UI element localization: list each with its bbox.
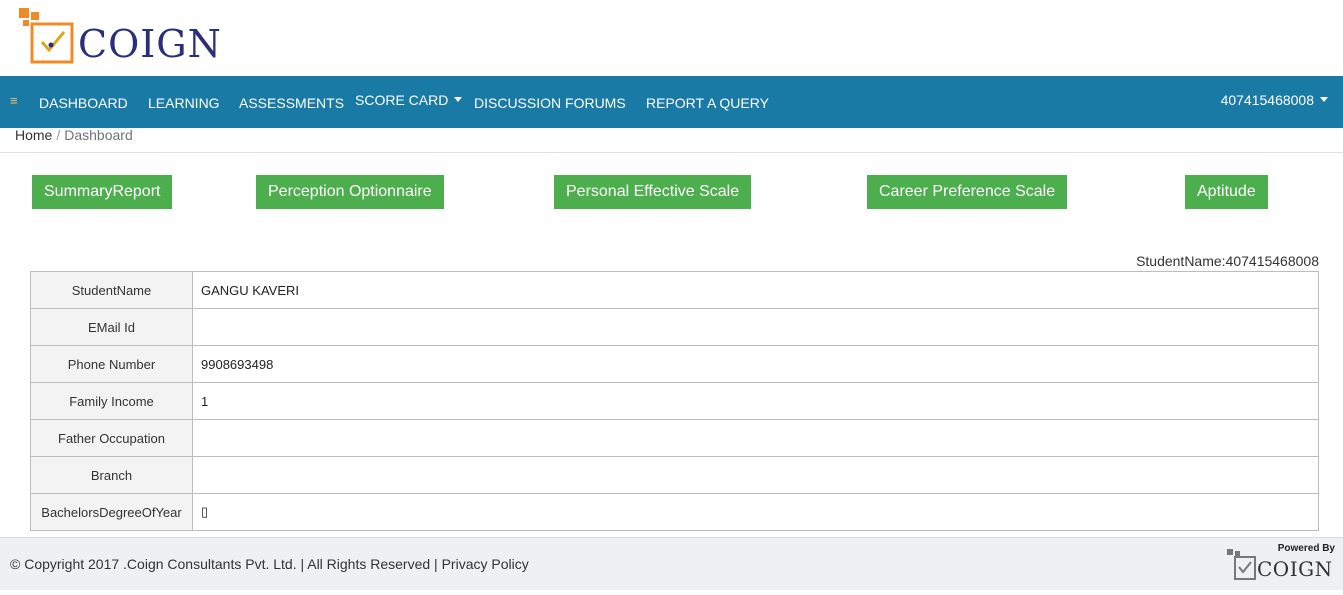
menu-toggle-icon[interactable]: ≡ [10,94,18,108]
row-value: GANGU KAVERI [192,271,1319,309]
row-label: Family Income [30,382,193,420]
table-row: Phone Number 9908693498 [30,345,1319,383]
table-row: BachelorsDegreeOfYear ▯ [30,493,1319,531]
table-row: Family Income 1 [30,382,1319,420]
summary-report-button[interactable]: SummaryReport [32,175,173,209]
table-row: StudentName GANGU KAVERI [30,271,1319,309]
perception-optionnaire-button[interactable]: Perception Optionnaire [256,175,444,209]
row-value [192,308,1319,346]
table-row: EMail Id [30,308,1319,346]
row-label: EMail Id [30,308,193,346]
nav-discussion-forums[interactable]: DISCUSSION FORUMS [474,95,626,111]
coign-logo[interactable]: COIGN [18,6,221,70]
breadcrumb-bar: Home / Dashboard [0,128,1343,153]
logo-text: COIGN [78,22,222,66]
row-label: Father Occupation [30,419,193,457]
row-value [192,419,1319,457]
nav-dashboard[interactable]: DASHBOARD [39,95,128,111]
breadcrumb-separator: / [56,127,61,143]
nav-report-a-query[interactable]: REPORT A QUERY [646,95,769,111]
table-row: Branch [30,456,1319,494]
row-value: 9908693498 [192,345,1319,383]
user-id: 407415468008 [1220,92,1314,108]
nav-assessments[interactable]: ASSESSMENTS [239,95,344,111]
user-menu[interactable]: 407415468008 [1221,92,1328,108]
copyright-text[interactable]: © Copyright 2017 .Coign Consultants Pvt.… [10,556,529,572]
breadcrumb-home[interactable]: Home [15,127,52,143]
chevron-down-icon [1320,97,1328,102]
student-info-table: StudentName GANGU KAVERI EMail Id Phone … [30,271,1319,531]
breadcrumb-current: Dashboard [64,127,133,143]
header: COIGN [0,0,1343,76]
powered-logo-text: COIGN [1257,557,1333,581]
logo-checkbox-icon [19,8,74,64]
row-label: BachelorsDegreeOfYear [30,493,193,531]
career-preference-scale-button[interactable]: Career Preference Scale [867,175,1068,209]
powered-by-logo: Powered By COIGN [1227,543,1335,583]
breadcrumb: Home / Dashboard [15,128,133,142]
table-row: Father Occupation [30,419,1319,457]
aptitude-button[interactable]: Aptitude [1185,175,1268,209]
nav-learning[interactable]: LEARNING [148,95,220,111]
footer: © Copyright 2017 .Coign Consultants Pvt.… [0,537,1343,590]
powered-by-label: Powered By [1277,543,1335,554]
row-value [192,456,1319,494]
nav-score-card[interactable]: SCORE CARD [355,92,463,108]
nav-score-card-label: SCORE CARD [355,92,449,108]
row-label: StudentName [30,271,193,309]
chevron-down-icon [454,97,463,102]
row-value: ▯ [192,493,1319,531]
student-name-label: StudentName:407415468008 [1136,253,1319,269]
row-label: Phone Number [30,345,193,383]
personal-effective-scale-button[interactable]: Personal Effective Scale [554,175,752,209]
main-navbar: ≡ DASHBOARD LEARNING ASSESSMENTS SCORE C… [0,76,1343,128]
row-label: Branch [30,456,193,494]
logo-checkbox-icon [1227,549,1256,580]
row-value: 1 [192,382,1319,420]
